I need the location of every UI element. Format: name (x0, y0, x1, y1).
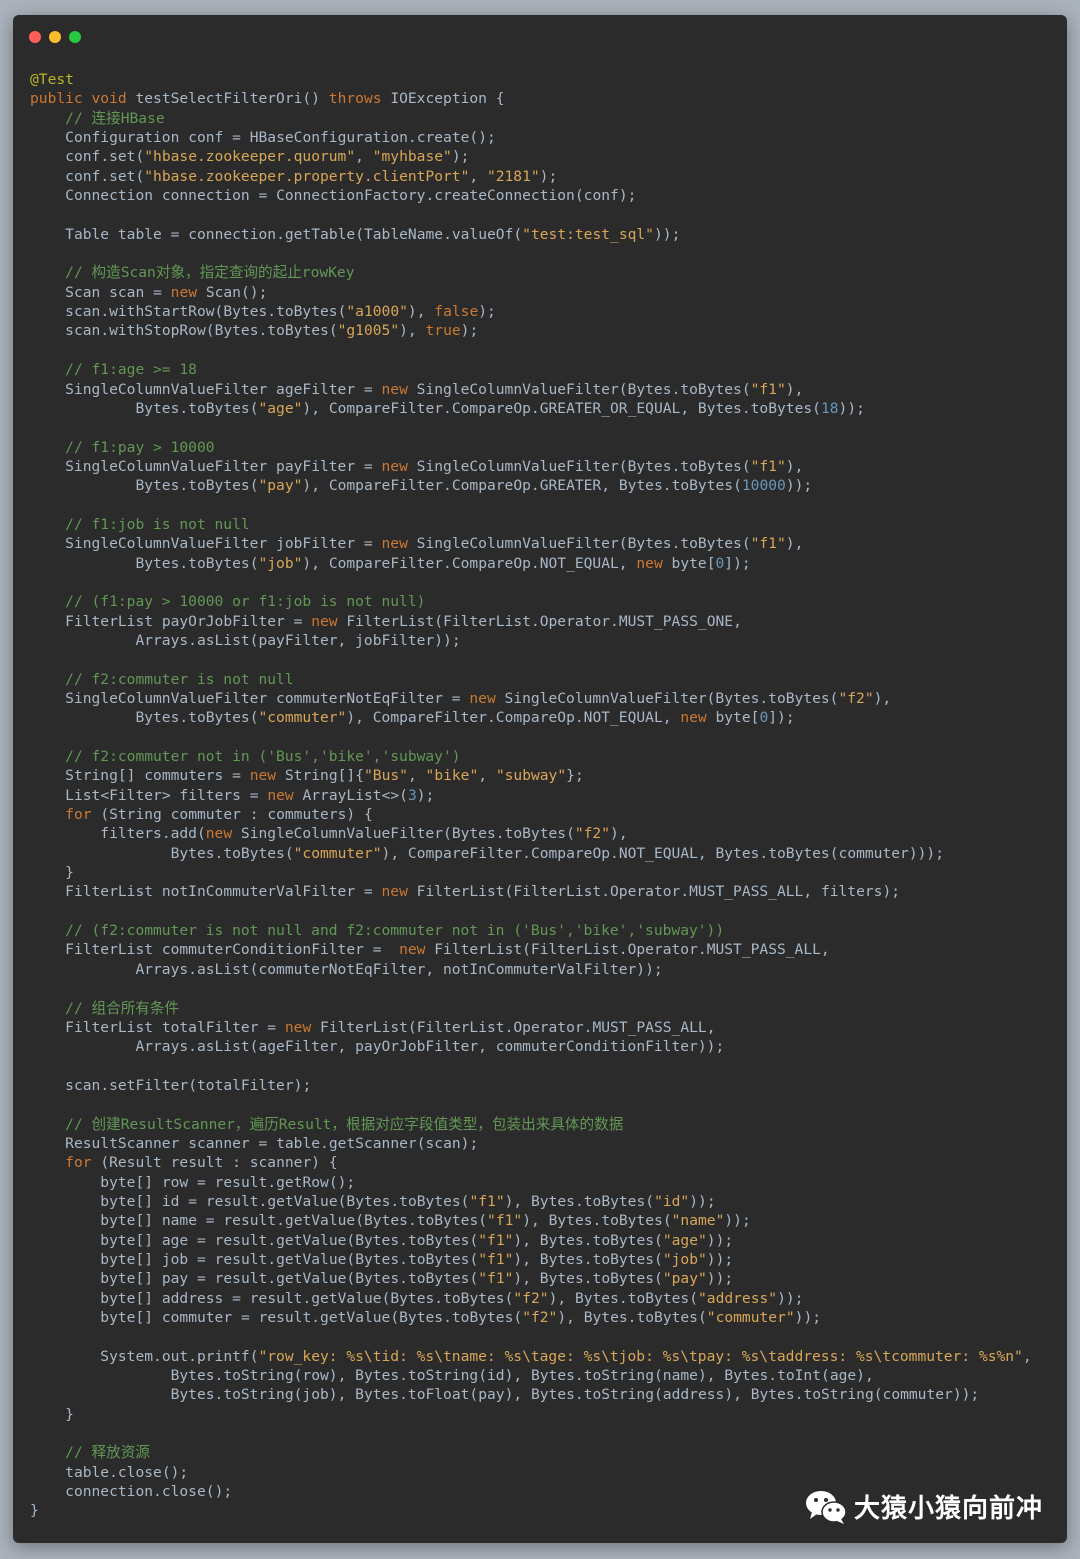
code-line: filters.add(new SingleColumnValueFilter(… (100, 825, 628, 843)
code-line: table.close(); (65, 1463, 189, 1481)
code-line: // (f1:pay > 10000 or f1:job is not null… (65, 593, 426, 611)
code-line: // f2:commuter is not null (65, 670, 294, 688)
code-line: @Test (30, 71, 74, 88)
code-line: byte[] job = result.getValue(Bytes.toByt… (100, 1250, 734, 1268)
code-line: // 组合所有条件 (65, 999, 180, 1017)
code-line: } (65, 1405, 74, 1423)
code-line: FilterList totalFilter = new FilterList(… (65, 1018, 716, 1036)
watermark: 大猿小猿向前冲 (804, 1488, 1043, 1525)
code-line: // f2:commuter not in ('Bus','bike','sub… (65, 748, 461, 766)
code-line: byte[] address = result.getValue(Bytes.t… (100, 1289, 804, 1307)
code-line: // 释放资源 (65, 1444, 150, 1462)
code-line: Scan scan = new Scan(); (65, 283, 268, 301)
close-button[interactable] (29, 31, 41, 43)
code-line: scan.withStopRow(Bytes.toBytes("g1005"),… (65, 322, 479, 340)
code-line: byte[] row = result.getRow(); (100, 1173, 356, 1191)
code-line: for (Result result : scanner) { (65, 1154, 338, 1172)
code-line: // 创建ResultScanner，遍历Result，根据对应字段值类型，包装… (65, 1115, 624, 1133)
code-line: public void testSelectFilterOri() throws… (30, 90, 505, 108)
code-line: String[] commuters = new String[]{"Bus",… (65, 767, 584, 785)
code-line: Connection connection = ConnectionFactor… (65, 187, 637, 205)
code-line: Arrays.asList(ageFilter, payOrJobFilter,… (135, 1038, 725, 1056)
maximize-button[interactable] (69, 31, 81, 43)
code-line: System.out.printf("row_key: %s\tid: %s\t… (100, 1347, 1032, 1365)
code-line: Bytes.toString(job), Bytes.toFloat(pay),… (170, 1386, 980, 1404)
code-line: byte[] commuter = result.getValue(Bytes.… (100, 1309, 822, 1326)
code-line: byte[] age = result.getValue(Bytes.toByt… (100, 1231, 734, 1249)
code-line: conf.set("hbase.zookeeper.quorum", "myhb… (65, 148, 470, 166)
code-window: @Test public void testSelectFilterOri() t… (13, 15, 1067, 1543)
code-line: // 构造Scan对象，指定查询的起止rowKey (65, 264, 355, 282)
window-controls (29, 31, 81, 43)
code-line: SingleColumnValueFilter jobFilter = new … (65, 535, 804, 553)
code-line: byte[] name = result.getValue(Bytes.toBy… (100, 1212, 751, 1230)
code-line: scan.withStartRow(Bytes.toBytes("a1000")… (65, 303, 496, 321)
code-line: scan.setFilter(totalFilter); (65, 1076, 312, 1094)
code-line: for (String commuter : commuters) { (65, 806, 373, 824)
code-line: // f1:pay > 10000 (65, 438, 215, 456)
code-line: // 连接HBase (65, 109, 165, 127)
wechat-icon (805, 1490, 847, 1524)
code-line: Bytes.toBytes("pay"), CompareFilter.Comp… (135, 477, 813, 495)
code-line: Table table = connection.getTable(TableN… (65, 225, 681, 243)
code-line: byte[] id = result.getValue(Bytes.toByte… (100, 1192, 716, 1210)
code-line: FilterList commuterConditionFilter = new… (65, 941, 830, 959)
code-line: // f1:age >= 18 (65, 361, 197, 379)
code-line: } (65, 864, 74, 882)
code-line: // (f2:commuter is not null and f2:commu… (65, 922, 725, 940)
code-line: Bytes.toBytes("commuter"), CompareFilter… (170, 844, 945, 862)
code-line: FilterList notInCommuterValFilter = new … (65, 883, 901, 901)
code-line: Configuration conf = HBaseConfiguration.… (65, 129, 496, 147)
code-line: SingleColumnValueFilter payFilter = new … (65, 457, 804, 475)
code-block: @Test public void testSelectFilterOri() t… (30, 70, 1032, 1521)
code-line: Bytes.toBytes("commuter"), CompareFilter… (135, 709, 795, 727)
code-line: Arrays.asList(payFilter, jobFilter)); (135, 631, 461, 649)
code-line: SingleColumnValueFilter ageFilter = new … (65, 380, 804, 398)
code-line: Arrays.asList(commuterNotEqFilter, notIn… (135, 960, 663, 978)
code-line: List<Filter> filters = new ArrayList<>(3… (65, 786, 435, 804)
code-line: Bytes.toBytes("job"), CompareFilter.Comp… (135, 554, 751, 572)
code-line: Bytes.toString(row), Bytes.toString(id),… (170, 1367, 874, 1385)
minimize-button[interactable] (49, 31, 61, 43)
code-line: SingleColumnValueFilter commuterNotEqFil… (65, 690, 892, 707)
code-line: Bytes.toBytes("age"), CompareFilter.Comp… (135, 399, 865, 417)
code-line: ResultScanner scanner = table.getScanner… (65, 1134, 479, 1152)
watermark-text: 大猿小猿向前冲 (853, 1494, 1043, 1524)
code-line: FilterList payOrJobFilter = new FilterLi… (65, 612, 742, 630)
code-line: conf.set("hbase.zookeeper.property.clien… (65, 167, 558, 185)
code-line: byte[] pay = result.getValue(Bytes.toByt… (100, 1270, 734, 1288)
code-line: // f1:job is not null (65, 515, 250, 533)
